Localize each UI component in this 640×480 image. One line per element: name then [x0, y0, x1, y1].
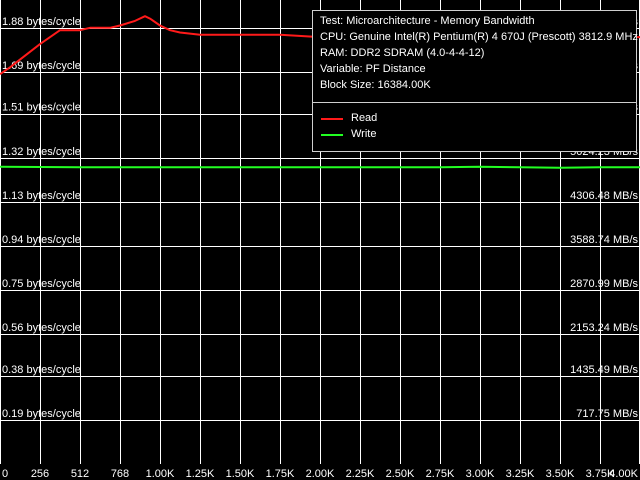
y-tick-label-right: 1435.49 MB/s	[570, 364, 638, 376]
info-blocksize-line: Block Size: 16384.00K	[320, 79, 431, 91]
legend-divider	[313, 102, 636, 103]
y-tick-label-left: 0.19 bytes/cycle	[2, 408, 81, 420]
y-tick-label-right: 3588.74 MB/s	[570, 234, 638, 246]
x-tick-label: 4.00K	[609, 468, 638, 480]
x-tick-label: 256	[31, 468, 49, 480]
x-tick-label: 1.50K	[226, 468, 255, 480]
y-tick-label-left: 1.69 bytes/cycle	[2, 60, 81, 72]
x-tick-label: 0	[2, 468, 8, 480]
y-tick-label-left: 0.94 bytes/cycle	[2, 234, 81, 246]
x-tick-label: 2.25K	[346, 468, 375, 480]
x-tick-label: 1.00K	[146, 468, 175, 480]
x-tick-label: 3.00K	[466, 468, 495, 480]
info-variable-line: Variable: PF Distance	[320, 63, 426, 75]
info-ram-line: RAM: DDR2 SDRAM (4.0-4-4-12)	[320, 47, 485, 59]
y-tick-label-right: 4306.48 MB/s	[570, 190, 638, 202]
x-tick-label: 2.00K	[306, 468, 335, 480]
legend-label-write: Write	[351, 128, 377, 140]
x-tick-label: 2.50K	[386, 468, 415, 480]
y-tick-label-left: 1.51 bytes/cycle	[2, 102, 81, 114]
info-test-line: Test: Microarchitecture - Memory Bandwid…	[320, 15, 535, 27]
info-cpu-line: CPU: Genuine Intel(R) Pentium(R) 4 670J …	[320, 31, 638, 43]
y-tick-label-left: 1.13 bytes/cycle	[2, 190, 81, 202]
y-tick-label-left: 1.88 bytes/cycle	[2, 16, 81, 28]
y-tick-label-left: 0.75 bytes/cycle	[2, 278, 81, 290]
x-tick-label: 3.50K	[546, 468, 575, 480]
x-tick-label: 3.25K	[506, 468, 535, 480]
y-tick-label-right: 2153.24 MB/s	[570, 322, 638, 334]
info-legend-box: Test: Microarchitecture - Memory Bandwid…	[312, 10, 638, 152]
x-tick-label: 768	[111, 468, 129, 480]
y-tick-label-left: 0.38 bytes/cycle	[2, 364, 81, 376]
legend-swatch-write	[321, 134, 343, 136]
series-line-write	[0, 165, 640, 169]
x-tick-label: 512	[71, 468, 89, 480]
y-tick-label-right: 2870.99 MB/s	[570, 278, 638, 290]
x-tick-label: 2.75K	[426, 468, 455, 480]
y-tick-label-left: 1.32 bytes/cycle	[2, 146, 81, 158]
y-tick-label-left: 0.56 bytes/cycle	[2, 322, 81, 334]
x-tick-label: 1.75K	[266, 468, 295, 480]
x-tick-label: 1.25K	[186, 468, 215, 480]
legend-label-read: Read	[351, 112, 378, 124]
legend-swatch-read	[321, 118, 343, 120]
y-tick-label-right: 717.75 MB/s	[576, 408, 638, 420]
